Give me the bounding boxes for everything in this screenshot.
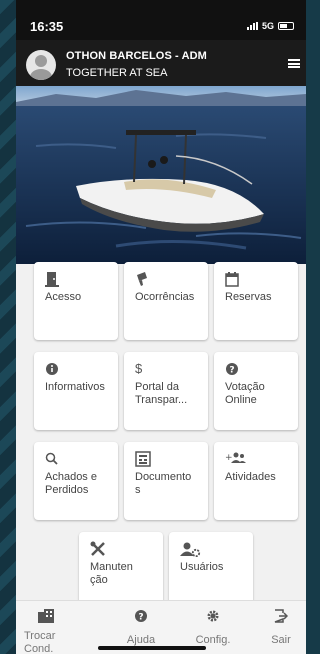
building-icon	[38, 609, 68, 626]
card-usuarios[interactable]: Usuários	[169, 532, 253, 610]
menu-icon[interactable]	[288, 59, 300, 68]
card-label: Ocorrências	[135, 291, 195, 303]
svg-text:+: +	[225, 453, 233, 463]
card-label: Manutenção	[90, 561, 133, 586]
svg-text:?: ?	[229, 366, 234, 376]
svg-text:?: ?	[138, 613, 143, 623]
card-label: Usuários	[180, 561, 224, 573]
card-votacao-online[interactable]: ? Votação Online	[214, 352, 298, 430]
gear-icon	[186, 609, 240, 626]
megaphone-icon	[135, 271, 197, 287]
help-icon: ?	[116, 609, 166, 626]
card-reservas[interactable]: Reservas	[214, 262, 298, 340]
question-icon: ?	[225, 361, 287, 377]
battery-icon	[278, 22, 294, 30]
dollar-icon: $	[135, 361, 143, 376]
hero-boat-image	[16, 86, 306, 264]
card-atividades[interactable]: + Atividades	[214, 442, 298, 520]
status-time: 16:35	[30, 19, 64, 34]
door-icon	[45, 271, 107, 287]
tab-ajuda[interactable]: ? Ajuda	[116, 609, 166, 647]
tools-icon	[90, 541, 152, 557]
network-label: 5G	[261, 21, 274, 31]
app-screen: 16:35 5G OTHON BARCELOS - ADM TOGETHER A…	[16, 0, 306, 654]
users-gear-icon	[180, 541, 242, 558]
search-icon	[45, 451, 107, 467]
card-portal-transparencia[interactable]: $ Portal da Transpar...	[124, 352, 208, 430]
tab-label: Trocar Cond.	[24, 630, 56, 654]
avatar[interactable]	[26, 50, 56, 80]
group-icon: +	[225, 451, 287, 467]
status-indicators: 5G	[246, 21, 294, 31]
condo-name: TOGETHER AT SEA	[66, 67, 168, 79]
info-icon	[45, 361, 107, 377]
card-informativos[interactable]: Informativos	[34, 352, 118, 430]
card-manutencao[interactable]: Manutenção	[79, 532, 163, 610]
card-label: Achados e Perdidos	[45, 471, 97, 496]
signal-icon	[246, 22, 258, 30]
card-label: Informativos	[45, 381, 105, 393]
card-documentos[interactable]: Documentos	[124, 442, 208, 520]
card-label: Reservas	[225, 291, 272, 303]
card-label: Documentos	[135, 471, 192, 496]
card-ocorrencias[interactable]: Ocorrências	[124, 262, 208, 340]
card-acesso[interactable]: Acesso	[34, 262, 118, 340]
status-bar: 16:35 5G	[16, 0, 306, 40]
card-label: Votação Online	[225, 381, 265, 406]
app-header: OTHON BARCELOS - ADM TOGETHER AT SEA	[16, 40, 306, 86]
calendar-icon	[225, 271, 287, 287]
logout-icon	[262, 609, 300, 626]
card-label: Atividades	[225, 471, 276, 483]
tab-config[interactable]: Config.	[186, 609, 240, 647]
tab-label: Sair	[271, 634, 291, 646]
user-name: OTHON BARCELOS - ADM	[66, 50, 207, 62]
card-achados-perdidos[interactable]: Achados e Perdidos	[34, 442, 118, 520]
card-label: Portal da Transpar...	[135, 381, 188, 406]
card-label: Acesso	[45, 291, 82, 303]
tab-sair[interactable]: Sair	[262, 609, 300, 647]
home-indicator	[98, 646, 206, 650]
document-icon	[135, 451, 197, 467]
tab-trocar-cond[interactable]: Trocar Cond.	[24, 609, 68, 654]
